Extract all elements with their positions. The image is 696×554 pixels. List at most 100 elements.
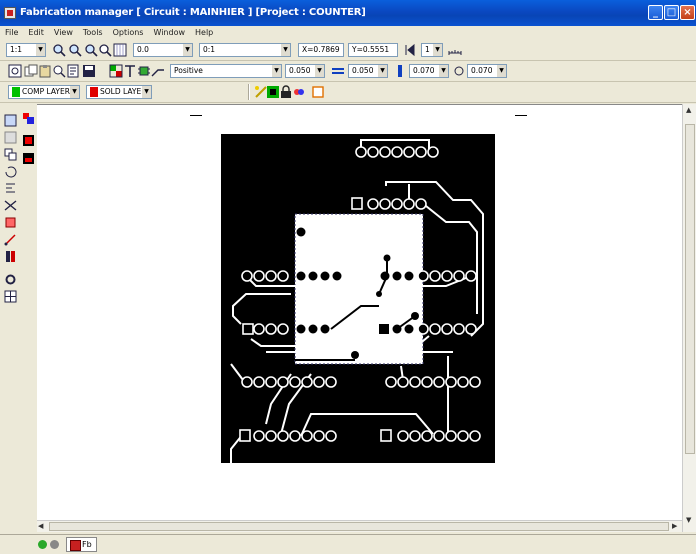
pcb-canvas[interactable] <box>37 104 682 520</box>
pcb-layout-icon <box>221 134 495 463</box>
board-marker-left <box>190 115 202 116</box>
zoom-fit-icon[interactable] <box>84 43 98 57</box>
chevron-down-icon: ▼ <box>281 44 290 56</box>
horizontal-scrollbar[interactable]: ◀ ▶ <box>37 520 682 532</box>
pad-size-select[interactable]: 0.050 ▼ <box>348 64 388 78</box>
top-layer-select[interactable]: COMP LAYER ▼ <box>8 85 80 99</box>
via-size-select[interactable]: 0.070 ▼ <box>409 64 449 78</box>
align-icon[interactable] <box>4 182 17 195</box>
pad-icon[interactable] <box>4 250 17 263</box>
zoom-out-icon[interactable] <box>68 43 82 57</box>
via-icon[interactable] <box>393 64 407 78</box>
scroll-up-icon[interactable]: ▲ <box>686 106 691 114</box>
paste-icon[interactable] <box>38 64 52 78</box>
palette-icon[interactable] <box>292 85 306 99</box>
horizontal-scroll-thumb[interactable] <box>49 522 669 531</box>
minimize-button[interactable]: _ <box>648 5 663 20</box>
status-bar: Fb <box>0 534 696 554</box>
mirror-icon[interactable] <box>4 199 17 212</box>
first-page-icon[interactable] <box>403 43 417 57</box>
maximize-button[interactable]: □ <box>664 5 679 20</box>
text-icon[interactable] <box>123 64 137 78</box>
chevron-down-icon: ▼ <box>378 65 387 77</box>
track-width-icon[interactable] <box>331 64 345 78</box>
vertical-scroll-thumb[interactable] <box>685 124 695 454</box>
layer-toolbar: COMP LAYER ▼ SOLD LAYER ▼ <box>0 82 696 103</box>
window-title: Fabrication manager [ Circuit : MAINHIER… <box>20 7 366 18</box>
vertical-scrollbar[interactable]: ▲ ▼ <box>682 104 696 532</box>
chevron-down-icon: ▼ <box>36 44 45 56</box>
zoom-select[interactable]: 1:1 ▼ <box>6 43 46 57</box>
chevron-down-icon: ▼ <box>439 65 448 77</box>
close-button[interactable]: × <box>680 5 695 20</box>
chevron-down-icon: ▼ <box>433 44 442 56</box>
grid-tool-icon[interactable] <box>4 290 17 303</box>
chevron-down-icon: ▼ <box>272 65 281 77</box>
title-bar: Fabrication manager [ Circuit : MAINHIER… <box>0 0 696 26</box>
drawing-toolbar: Positive ▼ 0.050 ▼ 0.050 ▼ 0.070 ▼ 0.070 ▼ <box>0 61 696 82</box>
lock-icon[interactable] <box>279 85 293 99</box>
delete-icon[interactable] <box>4 216 17 229</box>
chevron-down-icon: ▼ <box>142 86 151 98</box>
bottom-layer-select[interactable]: SOLD LAYER ▼ <box>86 85 152 99</box>
grid-select[interactable]: 0.0 ▼ <box>133 43 193 57</box>
chevron-down-icon: ▼ <box>183 44 192 56</box>
pointer-icon[interactable] <box>4 114 17 127</box>
layer-side-toolbar <box>20 104 37 168</box>
move-icon[interactable] <box>4 131 17 144</box>
duplicate-icon[interactable] <box>4 148 17 161</box>
menu-options[interactable]: Options <box>108 26 149 39</box>
measure-icon[interactable] <box>448 43 462 57</box>
board-view-icon[interactable] <box>266 85 280 99</box>
drill-icon[interactable] <box>452 64 466 78</box>
drill-size-select[interactable]: 0.070 ▼ <box>467 64 507 78</box>
x-coordinate: X=0.7869 <box>298 43 344 57</box>
scroll-down-icon[interactable]: ▼ <box>686 516 691 524</box>
app-icon[interactable] <box>4 7 16 19</box>
menu-help[interactable]: Help <box>190 26 218 39</box>
grid-icon[interactable] <box>113 43 127 57</box>
find-icon[interactable] <box>52 64 66 78</box>
component-icon[interactable] <box>137 64 151 78</box>
route-icon[interactable] <box>151 64 165 78</box>
chevron-down-icon: ▼ <box>497 65 506 77</box>
board-marker-right <box>515 115 527 116</box>
status-ok-icon <box>38 540 47 549</box>
rotate-icon[interactable] <box>4 165 17 178</box>
status-idle-icon <box>50 540 59 549</box>
top-layer-icon[interactable] <box>22 134 35 147</box>
select-icon[interactable] <box>8 64 22 78</box>
layer-color-icon[interactable] <box>109 64 123 78</box>
scroll-left-icon[interactable]: ◀ <box>38 522 43 530</box>
chevron-down-icon: ▼ <box>315 65 324 77</box>
menu-bar: File Edit View Tools Options Window Help <box>0 26 696 39</box>
snap-select[interactable]: 0:1 ▼ <box>199 43 291 57</box>
top-layer-swatch <box>12 87 20 97</box>
line-width-select[interactable]: 0.050 ▼ <box>285 64 325 78</box>
copy-icon[interactable] <box>24 64 38 78</box>
menu-view[interactable]: View <box>49 26 78 39</box>
connect-icon[interactable] <box>4 233 17 246</box>
save-icon[interactable] <box>82 64 96 78</box>
left-toolbar <box>2 104 19 524</box>
menu-window[interactable]: Window <box>148 26 190 39</box>
bottom-layer-swatch <box>90 87 98 97</box>
settings-icon[interactable] <box>4 273 17 286</box>
page-select[interactable]: 1 ▼ <box>421 43 443 57</box>
y-coordinate: Y=0.5551 <box>348 43 398 57</box>
toolbar-separator <box>248 84 250 100</box>
layer-mode-select[interactable]: Positive ▼ <box>170 64 282 78</box>
scroll-right-icon[interactable]: ▶ <box>672 522 677 530</box>
zoom-area-icon[interactable] <box>98 43 112 57</box>
zoom-in-icon[interactable] <box>52 43 66 57</box>
frame-icon[interactable] <box>311 85 325 99</box>
document-tab[interactable]: Fb <box>66 537 97 552</box>
properties-icon[interactable] <box>66 64 80 78</box>
menu-edit[interactable]: Edit <box>23 26 49 39</box>
layers-icon[interactable] <box>22 112 35 125</box>
bottom-layer-icon[interactable] <box>22 152 35 165</box>
chevron-down-icon: ▼ <box>70 86 79 98</box>
menu-file[interactable]: File <box>0 26 23 39</box>
view-toolbar: 1:1 ▼ 0.0 ▼ 0:1 ▼ X=0.7869 Y=0.5551 1 ▼ <box>0 40 696 61</box>
menu-tools[interactable]: Tools <box>78 26 108 39</box>
